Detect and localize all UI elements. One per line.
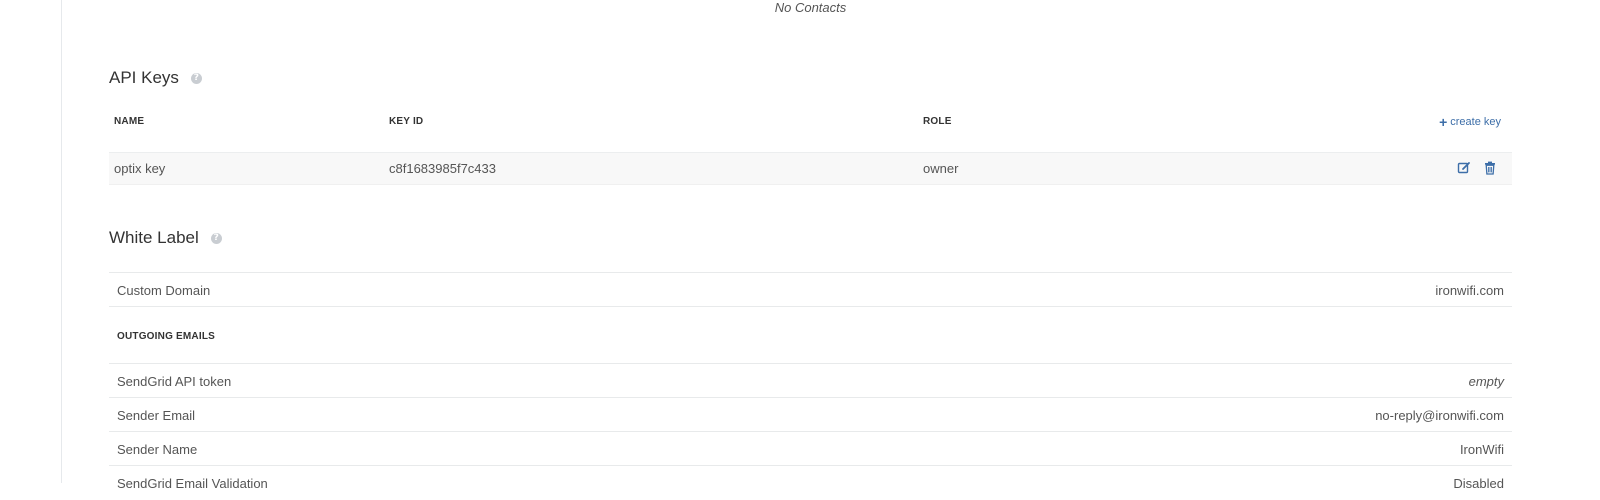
sender-name-value[interactable]: IronWifi <box>1460 442 1504 457</box>
outgoing-emails-row: OUTGOING EMAILS <box>109 306 1512 363</box>
sender-email-value[interactable]: no-reply@ironwifi.com <box>1375 408 1504 423</box>
column-header-name: NAME <box>114 116 145 127</box>
custom-domain-label: Custom Domain <box>117 283 211 298</box>
create-key-button[interactable]: + create key <box>1439 113 1501 130</box>
sender-name-row: Sender Name IronWifi <box>109 431 1512 466</box>
row-actions <box>1456 160 1498 176</box>
column-header-key-id: KEY ID <box>389 116 424 127</box>
sendgrid-validation-label: SendGrid Email Validation <box>117 476 268 491</box>
white-label-heading: White Label ? <box>109 228 222 248</box>
api-keys-heading: API Keys ? <box>109 68 202 88</box>
column-header-role: ROLE <box>923 116 952 127</box>
sendgrid-token-value[interactable]: empty <box>1469 374 1504 389</box>
api-keys-title: API Keys <box>109 68 179 87</box>
api-key-role: owner <box>923 161 959 176</box>
sender-email-label: Sender Email <box>117 408 196 423</box>
api-key-id: c8f1683985f7c433 <box>389 161 496 176</box>
custom-domain-link[interactable]: ironwifi.com <box>1435 283 1504 298</box>
help-icon[interactable]: ? <box>210 232 222 244</box>
sender-name-label: Sender Name <box>117 442 198 457</box>
sendgrid-validation-value[interactable]: Disabled <box>1453 476 1504 491</box>
plus-icon: + <box>1439 113 1448 130</box>
create-key-label: create key <box>1450 116 1501 128</box>
trash-icon[interactable] <box>1482 160 1498 176</box>
edit-icon[interactable] <box>1456 160 1472 176</box>
sendgrid-token-label: SendGrid API token <box>117 374 232 389</box>
custom-domain-row: Custom Domain ironwifi.com <box>109 272 1512 307</box>
no-contacts-text: No Contacts <box>774 0 847 15</box>
table-row: optix key c8f1683985f7c433 owner <box>109 152 1512 185</box>
api-key-name: optix key <box>114 161 166 176</box>
sendgrid-token-row: SendGrid API token empty <box>109 363 1512 398</box>
left-sidebar-rail <box>0 0 62 483</box>
sender-email-row: Sender Email no-reply@ironwifi.com <box>109 397 1512 432</box>
help-icon[interactable]: ? <box>190 72 202 84</box>
white-label-title: White Label <box>109 228 199 247</box>
outgoing-emails-heading: OUTGOING EMAILS <box>117 331 215 342</box>
